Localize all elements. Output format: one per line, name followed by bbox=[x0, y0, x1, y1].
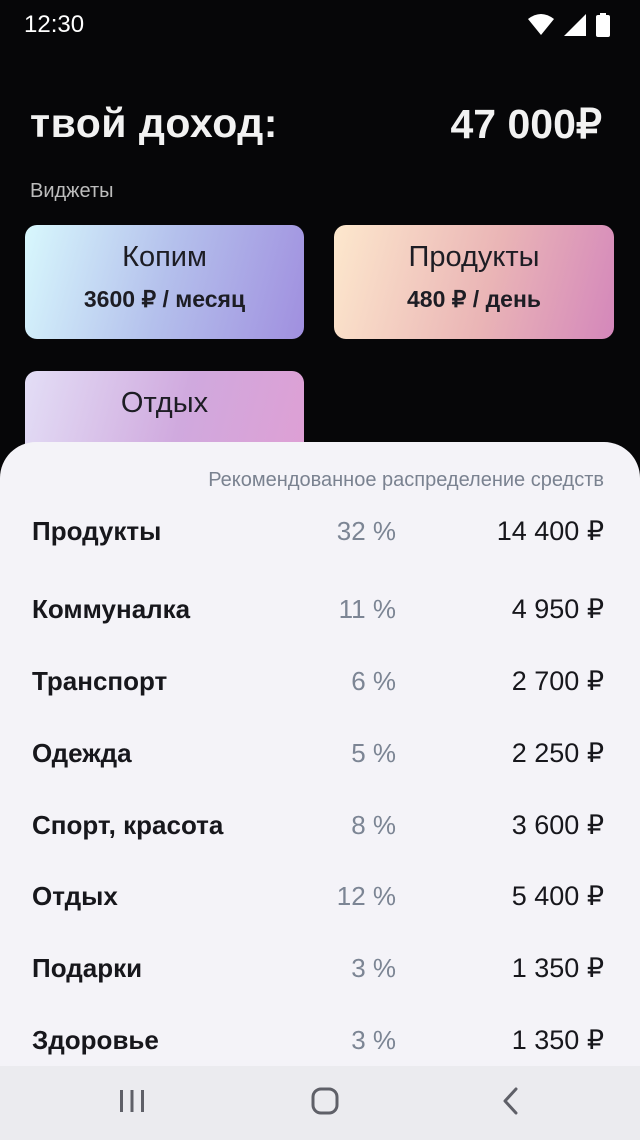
category-amount: 3 600 ₽ bbox=[511, 810, 604, 840]
category-amount: 1 350 ₽ bbox=[511, 953, 604, 983]
category-percent: 5 % bbox=[351, 738, 396, 768]
widgets-label: Виджеты bbox=[30, 180, 114, 202]
category-percent: 8 % bbox=[351, 810, 396, 840]
category-amount: 5 400 ₽ bbox=[511, 881, 604, 911]
status-icons bbox=[528, 13, 610, 37]
list-item[interactable]: Транспорт 6 % 2 700 ₽ bbox=[0, 660, 640, 700]
widget-subtitle: 3600 ₽ / месяц bbox=[83, 286, 246, 312]
category-name: Спорт, красота bbox=[32, 810, 224, 840]
widget-title: Копим bbox=[122, 241, 207, 273]
widget-title: Продукты bbox=[408, 241, 540, 273]
status-bar: 12:30 bbox=[0, 0, 640, 52]
home-button[interactable] bbox=[305, 1087, 345, 1120]
category-amount: 2 250 ₽ bbox=[511, 738, 604, 768]
back-button[interactable] bbox=[490, 1087, 530, 1120]
category-name: Одежда bbox=[32, 738, 132, 768]
list-item[interactable]: Продукты 32 % 14 400 ₽ bbox=[0, 510, 640, 550]
sheet-caption: Рекомендованное распределение средств bbox=[208, 469, 604, 491]
category-name: Отдых bbox=[32, 881, 118, 911]
category-percent: 32 % bbox=[336, 516, 396, 546]
income-value: 47 000₽ bbox=[450, 101, 603, 147]
recent-apps-icon bbox=[119, 1089, 145, 1118]
list-item[interactable]: Коммуналка 11 % 4 950 ₽ bbox=[0, 588, 640, 628]
home-icon bbox=[311, 1087, 339, 1120]
category-name: Коммуналка bbox=[32, 594, 191, 624]
back-icon bbox=[500, 1087, 520, 1120]
battery-icon bbox=[596, 13, 610, 37]
category-amount: 1 350 ₽ bbox=[511, 1025, 604, 1055]
category-name: Подарки bbox=[32, 953, 143, 983]
category-name: Здоровье bbox=[32, 1025, 159, 1055]
recent-apps-button[interactable] bbox=[112, 1088, 152, 1118]
widget-title: Отдых bbox=[120, 387, 209, 419]
category-percent: 6 % bbox=[351, 666, 396, 696]
list-item[interactable]: Одежда 5 % 2 250 ₽ bbox=[0, 732, 640, 772]
category-amount: 2 700 ₽ bbox=[511, 666, 604, 696]
category-amount: 14 400 ₽ bbox=[496, 516, 604, 546]
widget-subtitle: 480 ₽ / день bbox=[407, 286, 541, 312]
category-amount: 4 950 ₽ bbox=[511, 594, 604, 624]
category-name: Транспорт bbox=[32, 666, 168, 696]
list-item[interactable]: Подарки 3 % 1 350 ₽ bbox=[0, 947, 640, 987]
list-item[interactable]: Спорт, красота 8 % 3 600 ₽ bbox=[0, 804, 640, 844]
status-time: 12:30 bbox=[24, 11, 85, 38]
wifi-icon bbox=[528, 14, 554, 36]
category-percent: 12 % bbox=[336, 881, 396, 911]
category-percent: 11 % bbox=[338, 594, 396, 624]
signal-icon bbox=[564, 14, 586, 36]
widget-groceries[interactable]: Продукты 480 ₽ / день bbox=[334, 225, 614, 339]
income-label: твой доход: bbox=[30, 100, 278, 146]
widget-savings[interactable]: Копим 3600 ₽ / месяц bbox=[25, 225, 304, 339]
distribution-sheet[interactable]: Рекомендованное распределение средств Пр… bbox=[0, 442, 640, 1140]
category-percent: 3 % bbox=[351, 953, 396, 983]
category-name: Продукты bbox=[32, 516, 162, 546]
navigation-bar bbox=[0, 1066, 640, 1140]
list-item[interactable]: Отдых 12 % 5 400 ₽ bbox=[0, 875, 640, 915]
list-item[interactable]: Здоровье 3 % 1 350 ₽ bbox=[0, 1019, 640, 1059]
category-percent: 3 % bbox=[351, 1025, 396, 1055]
